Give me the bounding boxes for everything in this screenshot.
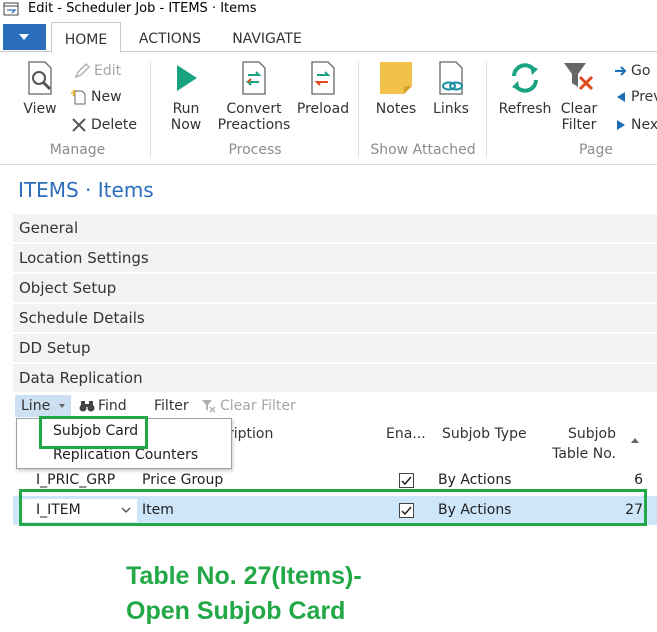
preload-label: Preload	[296, 101, 350, 117]
fasttab-dd-setup[interactable]: DD Setup	[13, 334, 657, 363]
convert-preactions-button[interactable]: Convert Preactions	[217, 59, 291, 133]
previous-arrow-icon	[617, 92, 625, 102]
group-divider	[486, 61, 487, 157]
preload-document-icon	[311, 61, 335, 95]
clear-filter-label-1: Clear	[560, 101, 598, 117]
view-button[interactable]: View	[20, 59, 60, 117]
edit-button[interactable]: Edit	[73, 60, 121, 82]
enabled-checkbox[interactable]	[399, 473, 414, 488]
fasttab-location-settings[interactable]: Location Settings	[13, 244, 657, 273]
window-title: Edit - Scheduler Job - ITEMS · Items	[28, 1, 257, 16]
run-now-label-1: Run	[172, 101, 200, 117]
view-label: View	[23, 101, 57, 117]
clear-filter-subpage-label: Clear Filter	[220, 398, 296, 414]
clear-filter-subpage-button[interactable]: Clear Filter	[201, 395, 296, 417]
tab-actions[interactable]: ACTIONS	[128, 22, 212, 53]
group-label-process: Process	[228, 142, 282, 158]
column-header-subjob-type[interactable]: Subjob Type	[442, 424, 527, 444]
previous-button[interactable]: Prev	[614, 86, 657, 108]
group-label-manage: Manage	[49, 142, 106, 158]
ribbon-tabs: HOME ACTIONS NAVIGATE	[0, 22, 657, 53]
highlight-item-row	[19, 489, 647, 526]
sticky-note-icon	[380, 62, 412, 94]
links-label: Links	[433, 101, 469, 117]
ribbon: View Edit New Delete Manage Run Now Conv…	[0, 53, 657, 165]
subpage-toolbar: Line Find Filter Clear Filter	[13, 395, 657, 417]
group-label-show-attached: Show Attached	[370, 142, 476, 158]
notes-button[interactable]: Notes	[373, 59, 419, 117]
tab-navigate[interactable]: NAVIGATE	[222, 22, 312, 53]
column-header-subjob-table-no[interactable]: Subjob Table No.	[540, 424, 616, 464]
go-arrow-icon	[615, 66, 627, 76]
clear-filter-button[interactable]: Clear Filter	[558, 59, 600, 133]
filter-button[interactable]: Filter	[154, 395, 189, 417]
play-icon	[177, 65, 197, 91]
convert-document-icon	[242, 61, 266, 95]
next-label: Nex	[631, 117, 657, 133]
convert-label-1: Convert	[226, 101, 282, 117]
link-document-icon	[439, 61, 463, 95]
menu-dropdown-icon	[19, 34, 29, 40]
application-menu-button[interactable]	[3, 24, 46, 50]
view-icon	[28, 61, 52, 95]
line-label: Line	[21, 398, 51, 414]
find-button[interactable]: Find	[79, 395, 127, 417]
subjob-table-no-header-line-2: Table No.	[552, 446, 616, 462]
run-now-button[interactable]: Run Now	[163, 59, 209, 133]
column-header-description[interactable]: ription	[228, 424, 273, 444]
sort-ascending-icon[interactable]	[630, 436, 640, 444]
clear-filter-small-icon	[202, 400, 216, 413]
next-button[interactable]: Nex	[614, 114, 657, 136]
find-label: Find	[98, 398, 127, 414]
group-divider	[150, 61, 151, 157]
column-header-enabled[interactable]: Ena...	[386, 424, 426, 444]
links-button[interactable]: Links	[430, 59, 472, 117]
new-button[interactable]: New	[70, 86, 122, 108]
previous-label: Prev	[631, 89, 657, 105]
go-label: Go	[631, 63, 651, 79]
menu-item-replication-counters[interactable]: Replication Counters	[53, 447, 198, 463]
checkmark-icon	[401, 476, 412, 486]
refresh-label: Refresh	[498, 101, 552, 117]
line-menu-button[interactable]: Line	[15, 395, 71, 417]
delete-label: Delete	[91, 117, 137, 133]
fasttab-schedule-details[interactable]: Schedule Details	[13, 304, 657, 333]
highlight-subjob-card	[39, 416, 148, 449]
binoculars-icon	[79, 401, 95, 412]
next-arrow-icon	[617, 120, 625, 130]
edit-label: Edit	[94, 63, 122, 79]
new-document-icon	[71, 89, 86, 105]
delete-button[interactable]: Delete	[70, 114, 137, 136]
delete-x-icon	[72, 118, 86, 132]
fasttab-object-setup[interactable]: Object Setup	[13, 274, 657, 303]
group-label-page: Page	[579, 142, 613, 158]
group-divider	[358, 61, 359, 157]
title-bar: Edit - Scheduler Job - ITEMS · Items	[0, 0, 657, 18]
clear-filter-icon	[564, 63, 594, 91]
new-label: New	[91, 89, 122, 105]
fasttab-general[interactable]: General	[13, 214, 657, 243]
chevron-down-icon	[59, 404, 65, 408]
tab-home[interactable]: HOME	[51, 22, 121, 53]
clear-filter-label-2: Filter	[561, 117, 597, 133]
page-title: ITEMS · Items	[18, 178, 154, 202]
app-icon	[3, 2, 19, 16]
notes-label: Notes	[375, 101, 417, 117]
fasttab-data-replication[interactable]: Data Replication	[13, 364, 657, 393]
run-now-label-2: Now	[170, 117, 202, 133]
subjob-table-no-header-line-1: Subjob	[568, 426, 616, 442]
annotation-line-2: Open Subjob Card	[126, 597, 346, 625]
refresh-icon	[512, 63, 538, 93]
refresh-button[interactable]: Refresh	[498, 59, 552, 117]
annotation-line-1: Table No. 27(Items)-	[126, 562, 362, 590]
pencil-icon	[74, 63, 90, 79]
preload-button[interactable]: Preload	[295, 59, 351, 117]
convert-label-2: Preactions	[217, 117, 291, 133]
go-button[interactable]: Go	[614, 60, 650, 82]
